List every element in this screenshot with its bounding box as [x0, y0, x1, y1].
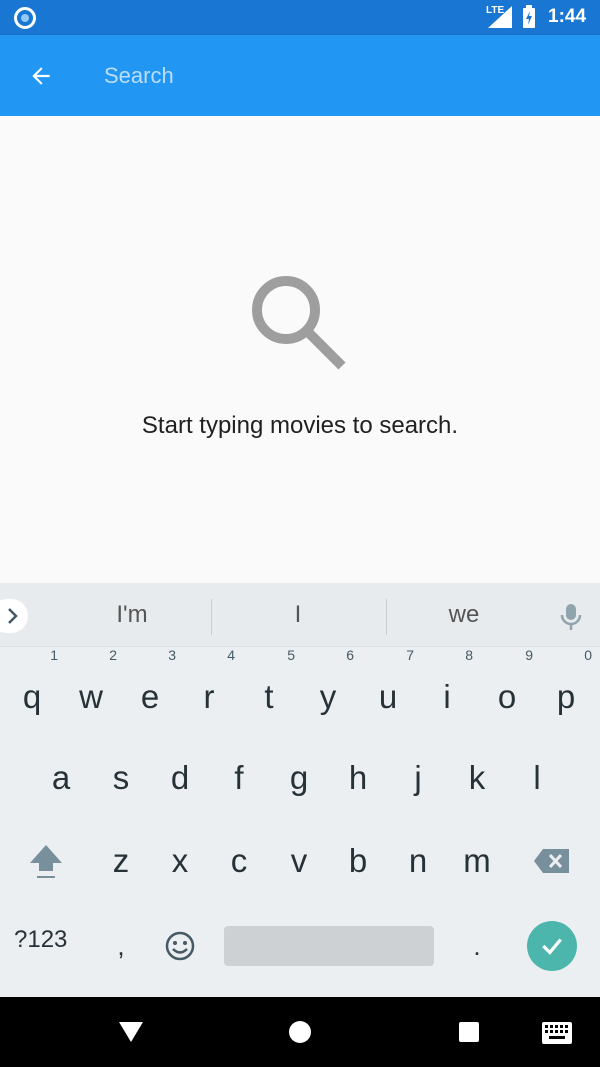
key-r[interactable]: r4 [179, 648, 239, 732]
key-s[interactable]: s [91, 743, 151, 813]
key-n[interactable]: n [388, 826, 448, 896]
chevron-right-icon [8, 608, 18, 624]
suggestion-strip: I'm I we [0, 583, 600, 647]
key-z[interactable]: z [91, 826, 151, 896]
suggestion-3[interactable]: we [404, 601, 524, 629]
status-time: 1:44 [548, 6, 587, 27]
key-a[interactable]: a [31, 743, 91, 813]
key-hint: 5 [287, 647, 295, 663]
space-bar[interactable] [224, 926, 434, 966]
search-empty-state: Start typing movies to search. [0, 116, 600, 583]
key-hint: 1 [50, 647, 58, 663]
recents-nav-icon[interactable] [458, 1021, 480, 1043]
key-label: w [79, 678, 103, 715]
backspace-icon [534, 849, 569, 873]
keyboard-switch-icon[interactable] [542, 1022, 572, 1044]
key-label: r [203, 678, 215, 715]
suggestion-1[interactable]: I'm [72, 601, 192, 629]
expand-suggestions-button[interactable] [0, 599, 28, 633]
back-button[interactable] [22, 57, 60, 95]
key-g[interactable]: g [269, 743, 329, 813]
key-w[interactable]: w2 [61, 648, 121, 732]
key-h[interactable]: h [328, 743, 388, 813]
key-label: p [556, 678, 576, 715]
key-label: e [140, 678, 160, 715]
key-q[interactable]: q1 [2, 648, 62, 732]
key-hint: 3 [168, 647, 176, 663]
suggestion-divider [211, 599, 212, 635]
app-bar [0, 35, 600, 116]
key-m[interactable]: m [447, 826, 507, 896]
home-nav-icon[interactable] [288, 1020, 312, 1044]
arrow-back-icon [32, 67, 50, 85]
backspace-key[interactable] [522, 826, 582, 896]
notification-icon [14, 7, 36, 29]
key-i[interactable]: i8 [417, 648, 477, 732]
key-e[interactable]: e3 [120, 648, 180, 732]
key-label: i [443, 678, 451, 715]
key-label: y [319, 678, 337, 715]
key-hint: 0 [584, 647, 592, 663]
search-icon [252, 276, 346, 370]
key-c[interactable]: c [209, 826, 269, 896]
key-hint: 7 [406, 647, 414, 663]
suggestion-divider [386, 599, 387, 635]
key-u[interactable]: u7 [358, 648, 418, 732]
key-hint: 4 [227, 647, 235, 663]
shift-icon [30, 845, 62, 878]
key-hint: 2 [109, 647, 117, 663]
key-y[interactable]: y6 [298, 648, 358, 732]
key-hint: 6 [346, 647, 354, 663]
empty-state-message: Start typing movies to search. [141, 412, 459, 439]
key-p[interactable]: p0 [536, 648, 596, 732]
microphone-icon[interactable] [558, 603, 584, 631]
key-o[interactable]: o9 [477, 648, 537, 732]
enter-button[interactable] [527, 921, 577, 971]
key-t[interactable]: t5 [239, 648, 299, 732]
key-x[interactable]: x [150, 826, 210, 896]
system-nav-bar [0, 997, 600, 1067]
period-key[interactable]: . [447, 911, 507, 981]
key-k[interactable]: k [447, 743, 507, 813]
back-nav-icon[interactable] [118, 1021, 144, 1043]
key-f[interactable]: f [209, 743, 269, 813]
key-b[interactable]: b [328, 826, 388, 896]
suggestion-2[interactable]: I [238, 601, 358, 629]
comma-key[interactable]: , [91, 911, 151, 981]
signal-icon [488, 6, 512, 28]
shift-key[interactable] [16, 826, 76, 896]
status-bar: LTE 1:44 [0, 0, 600, 35]
search-input[interactable] [104, 57, 564, 95]
key-label: u [378, 678, 398, 715]
emoji-icon [165, 931, 195, 961]
battery-charging-icon [523, 5, 535, 28]
key-v[interactable]: v [269, 826, 329, 896]
key-j[interactable]: j [388, 743, 448, 813]
key-d[interactable]: d [150, 743, 210, 813]
soft-keyboard: I'm I we q1 w2 e3 r4 t5 y6 u7 i8 o9 p0 a… [0, 583, 600, 997]
key-label: q [22, 678, 42, 715]
check-icon [542, 938, 562, 955]
emoji-key[interactable] [150, 911, 210, 981]
symbols-key[interactable]: ?123 [14, 926, 67, 954]
key-label: t [264, 678, 274, 715]
key-l[interactable]: l [507, 743, 567, 813]
key-hint: 9 [525, 647, 533, 663]
key-hint: 8 [465, 647, 473, 663]
key-label: o [497, 678, 517, 715]
